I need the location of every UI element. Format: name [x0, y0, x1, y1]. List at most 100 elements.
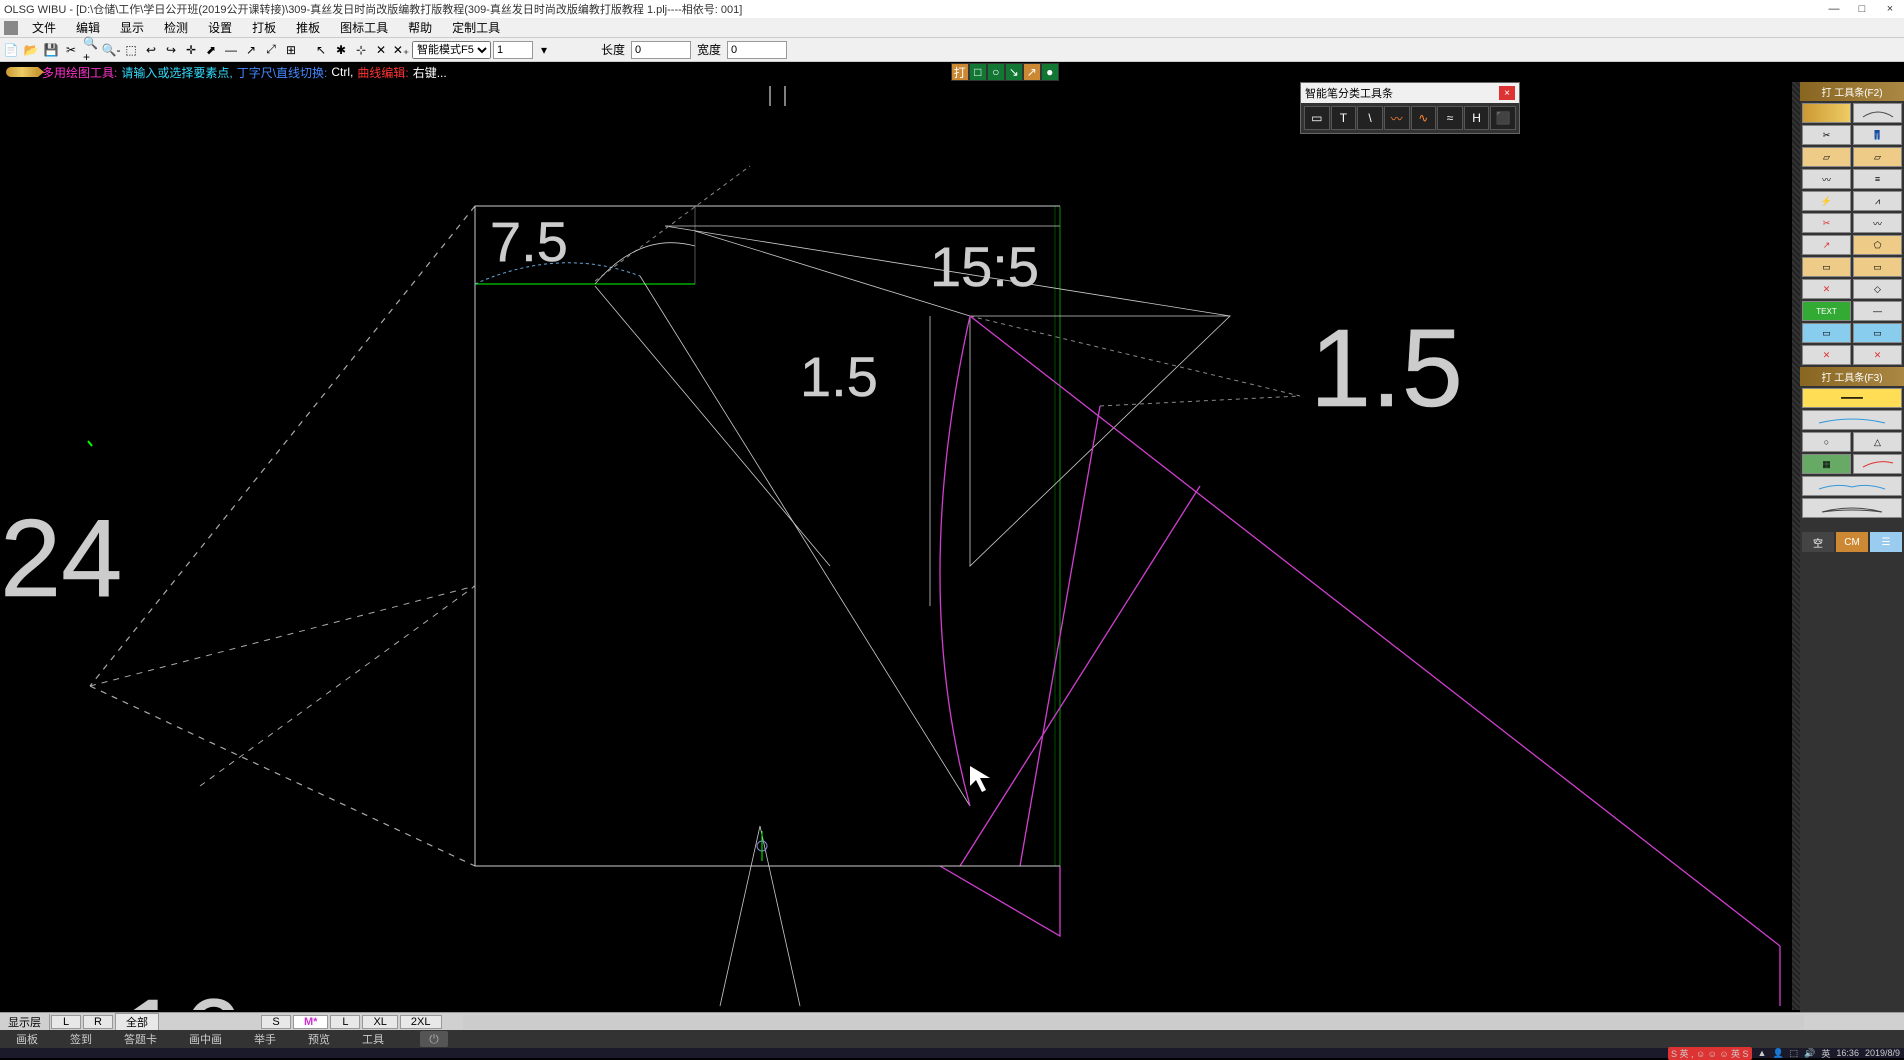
- size-all-btn[interactable]: 全部: [115, 1013, 159, 1031]
- tray-vol-icon[interactable]: 🔊: [1804, 1048, 1815, 1059]
- open-icon[interactable]: 📂: [22, 41, 40, 59]
- undo-icon[interactable]: ↩: [142, 41, 160, 59]
- tool-ruler-icon[interactable]: ━━━━: [1802, 388, 1902, 408]
- smart-pen-panel[interactable]: 智能笔分类工具条 × ▭ T \ 〰 ∿ ≈ H ⬛: [1300, 82, 1520, 134]
- menu-custom[interactable]: 定制工具: [442, 17, 510, 38]
- diag-icon[interactable]: ↗: [242, 41, 260, 59]
- width-input[interactable]: [727, 41, 787, 59]
- tray-up-icon[interactable]: ▲: [1758, 1048, 1767, 1058]
- tool-fold2-icon[interactable]: ▱: [1853, 147, 1902, 167]
- grid-icon[interactable]: ⊞: [282, 41, 300, 59]
- save-icon[interactable]: 💾: [42, 41, 60, 59]
- tray-time[interactable]: 16:36: [1836, 1048, 1859, 1058]
- badge-1[interactable]: □: [969, 63, 987, 81]
- panel-tool-fill[interactable]: ⬛: [1490, 106, 1516, 130]
- tab-pip[interactable]: 画中画: [173, 1029, 238, 1049]
- snap2-icon[interactable]: ⊹: [352, 41, 370, 59]
- tool-dart-icon[interactable]: ▭: [1802, 257, 1851, 277]
- tool-dart2-icon[interactable]: ▭: [1853, 257, 1902, 277]
- tool-pen-icon[interactable]: [1802, 103, 1851, 123]
- dropdown-icon[interactable]: ▾: [535, 41, 553, 59]
- menu-pattern[interactable]: 打板: [242, 17, 286, 38]
- unit-kong-button[interactable]: 空: [1802, 532, 1834, 552]
- tray-user-icon[interactable]: 👤: [1772, 1048, 1783, 1059]
- menu-grade[interactable]: 推板: [286, 17, 330, 38]
- panel-close-button[interactable]: ×: [1499, 86, 1515, 100]
- badge-2[interactable]: ○: [987, 63, 1005, 81]
- snap3-icon[interactable]: ✕: [372, 41, 390, 59]
- tool-notch-icon[interactable]: ✕: [1802, 279, 1851, 299]
- tool-curve3-icon[interactable]: [1802, 476, 1902, 496]
- tool-cut-icon[interactable]: ✂: [1802, 213, 1851, 233]
- tool-sew-icon[interactable]: ≡: [1853, 169, 1902, 189]
- panel-tool-rect[interactable]: ▭: [1304, 106, 1330, 130]
- size-2xl[interactable]: 2XL: [400, 1015, 442, 1029]
- tray-net-icon[interactable]: ⬚: [1790, 1048, 1799, 1059]
- pan-icon[interactable]: ⬈: [202, 41, 220, 59]
- snap4-icon[interactable]: ✕₊: [392, 41, 410, 59]
- badge-0[interactable]: 打: [951, 63, 969, 81]
- tool-sewing-icon[interactable]: 〰: [1853, 213, 1902, 233]
- tool-shape-icon[interactable]: [1802, 498, 1902, 518]
- menu-display[interactable]: 显示: [110, 17, 154, 38]
- minimize-button[interactable]: —: [1824, 3, 1844, 15]
- snap-icon[interactable]: ✱: [332, 41, 350, 59]
- menu-file[interactable]: 文件: [22, 17, 66, 38]
- menu-help[interactable]: 帮助: [398, 17, 442, 38]
- tool-tri-icon[interactable]: △: [1853, 432, 1902, 452]
- tool-arc-icon[interactable]: [1853, 103, 1902, 123]
- menu-icon-tools[interactable]: 图标工具: [330, 17, 398, 38]
- redo-icon[interactable]: ↪: [162, 41, 180, 59]
- tool-text-icon[interactable]: TEXT: [1802, 301, 1851, 321]
- new-icon[interactable]: 📄: [2, 41, 20, 59]
- size-l-btn[interactable]: L: [51, 1015, 81, 1029]
- unit-icon-button[interactable]: ☰: [1870, 532, 1902, 552]
- mode-dropdown[interactable]: 智能模式F5: [412, 41, 491, 59]
- cut-icon[interactable]: ✂: [62, 41, 80, 59]
- line-icon[interactable]: —: [222, 41, 240, 59]
- tool-mirror2-icon[interactable]: ✕: [1853, 345, 1902, 365]
- tool-piece-icon[interactable]: ▭: [1802, 323, 1851, 343]
- badge-3[interactable]: ↘: [1005, 63, 1023, 81]
- tool-dot-icon[interactable]: ○: [1802, 432, 1851, 452]
- tool-scissor-icon[interactable]: ✂: [1802, 125, 1851, 145]
- tool-seam2-icon[interactable]: ⬠: [1853, 235, 1902, 255]
- vertical-scrollbar[interactable]: [1792, 82, 1800, 1010]
- tab-raise[interactable]: 举手: [238, 1029, 292, 1049]
- zoom-window-icon[interactable]: ⬚: [122, 41, 140, 59]
- canvas[interactable]: 7.5 15:5 1.5 1.5 24 16: [0, 82, 1800, 1010]
- tab-answer[interactable]: 答题卡: [108, 1029, 173, 1049]
- unit-cm-button[interactable]: CM: [1836, 532, 1868, 552]
- badge-5[interactable]: ●: [1041, 63, 1059, 81]
- size-xl[interactable]: XL: [362, 1015, 397, 1029]
- tool-grid2-icon[interactable]: ▦: [1802, 454, 1851, 474]
- panel-titlebar[interactable]: 智能笔分类工具条 ×: [1301, 83, 1519, 103]
- tool-pants-icon[interactable]: 👖: [1853, 125, 1902, 145]
- size-l2[interactable]: L: [330, 1015, 360, 1029]
- move-icon[interactable]: ✛: [182, 41, 200, 59]
- tool-piece2-icon[interactable]: ▭: [1853, 323, 1902, 343]
- panel-tool-wave3[interactable]: ≈: [1437, 106, 1463, 130]
- resize-icon[interactable]: ⤢: [262, 41, 280, 59]
- tool-seam-icon[interactable]: ↗: [1802, 235, 1851, 255]
- tool-notch2-icon[interactable]: ◇: [1853, 279, 1902, 299]
- tool-fold-icon[interactable]: ▱: [1802, 147, 1851, 167]
- tool-wave-icon[interactable]: 〰: [1802, 169, 1851, 189]
- power-button[interactable]: ⏻: [420, 1031, 448, 1047]
- tool-mirror-icon[interactable]: ✕: [1802, 345, 1851, 365]
- tab-signin[interactable]: 签到: [54, 1029, 108, 1049]
- tab-canvas[interactable]: 画板: [0, 1029, 54, 1049]
- panel-tool-h[interactable]: H: [1464, 106, 1490, 130]
- tool-curve2-icon[interactable]: [1853, 454, 1902, 474]
- tool-zigzag-icon[interactable]: ⩘: [1853, 191, 1902, 211]
- menu-settings[interactable]: 设置: [198, 17, 242, 38]
- panel-tool-wave1[interactable]: 〰: [1384, 106, 1410, 130]
- zoom-in-icon[interactable]: 🔍+: [82, 41, 100, 59]
- horizontal-scrollbar[interactable]: [463, 1015, 1805, 1029]
- tab-preview[interactable]: 预览: [292, 1029, 346, 1049]
- size-s[interactable]: S: [261, 1015, 291, 1029]
- mode-value-input[interactable]: [493, 41, 533, 59]
- badge-4[interactable]: ↗: [1023, 63, 1041, 81]
- maximize-button[interactable]: □: [1852, 3, 1872, 15]
- tool-curve1-icon[interactable]: [1802, 410, 1902, 430]
